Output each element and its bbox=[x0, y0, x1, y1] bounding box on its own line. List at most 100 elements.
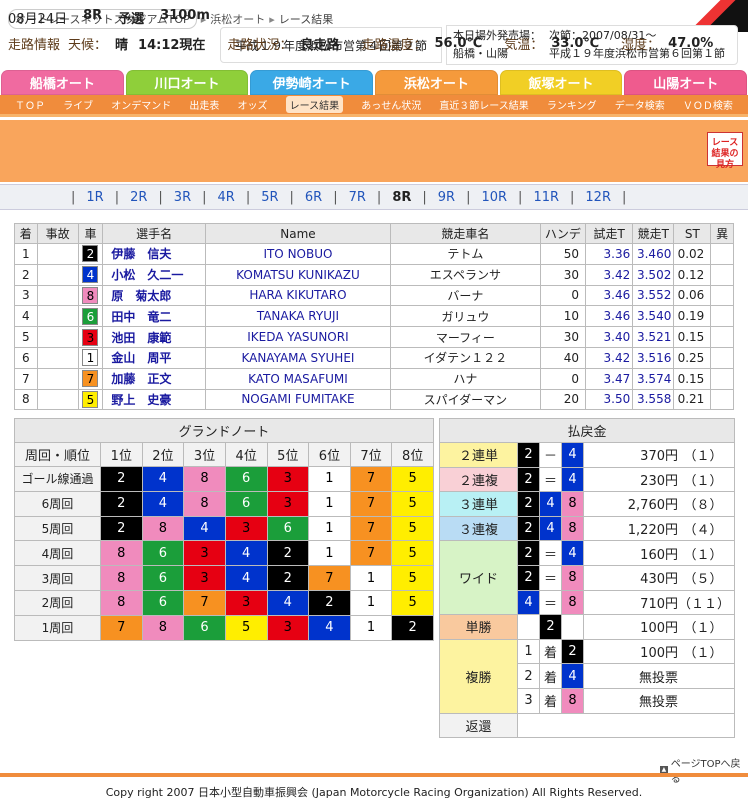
entry-accident bbox=[36, 305, 79, 328]
race-nav-separator: | bbox=[71, 189, 76, 205]
entry-rider-name[interactable]: 小松 久二一 bbox=[102, 263, 207, 286]
entry-handicap: 50 bbox=[539, 243, 587, 265]
entry-rider-name-en[interactable]: NOGAMI FUMITAKE bbox=[205, 388, 391, 411]
grand-note-car: 8 bbox=[141, 515, 185, 542]
entry-rider-name[interactable]: 池田 康範 bbox=[102, 326, 207, 348]
grand-note-car: 1 bbox=[308, 490, 351, 517]
entry-rider-name[interactable]: 田中 竜二 bbox=[102, 305, 207, 328]
footer-copyright: Copy right 2007 日本小型自動車振興会 (Japan Motorc… bbox=[0, 773, 748, 801]
grand-note-car: 3 bbox=[183, 540, 226, 567]
race-link-4[interactable]: 4R bbox=[218, 190, 235, 205]
entry-car-cell: 7 bbox=[77, 367, 104, 390]
nav-item-2[interactable]: オンデマンド bbox=[111, 97, 171, 112]
payout-car: 4 bbox=[539, 515, 562, 542]
race-link-7[interactable]: 7R bbox=[349, 190, 366, 205]
race-link-3[interactable]: 3R bbox=[174, 190, 191, 205]
entries-col-header: 競走T bbox=[632, 223, 675, 244]
payout-empty bbox=[561, 614, 584, 640]
nav-item-10[interactable]: ＶＯＤ検索 bbox=[683, 97, 733, 112]
grand-note-car: 5 bbox=[391, 490, 434, 517]
race-link-1[interactable]: 1R bbox=[86, 190, 103, 205]
grand-note-car: 7 bbox=[349, 490, 393, 517]
nav-item-4[interactable]: オッズ bbox=[237, 97, 267, 112]
payout-amount-cell: 1,220円 （４） bbox=[583, 515, 735, 542]
entry-trial-time: 3.46 bbox=[585, 305, 634, 328]
race-link-9[interactable]: 9R bbox=[438, 190, 455, 205]
nav-item-8[interactable]: ランキング bbox=[547, 97, 597, 112]
track-tabs: 船橋オート 川口オート 伊勢崎オート 浜松オート 飯塚オート 山陽オート bbox=[0, 70, 748, 95]
nav-item-3[interactable]: 出走表 bbox=[189, 97, 219, 112]
entry-rider-name[interactable]: 金山 周平 bbox=[102, 346, 207, 369]
grand-note-car: 7 bbox=[100, 614, 143, 641]
result-guide-button[interactable]: レース結果の見方 bbox=[707, 132, 743, 170]
payout-empty bbox=[517, 614, 540, 640]
main-nav: ＴＯＰ ライブ オンデマンド 出走表 オッズ レース結果 あっせん状況 直近３節レース結果 ラン… bbox=[0, 95, 748, 117]
entries-col-header: 事故 bbox=[36, 223, 79, 244]
payout-amount-cell: 160円 （１） bbox=[583, 540, 735, 566]
payout-amount: 100円 bbox=[640, 621, 678, 637]
nav-item-6[interactable]: あっせん状況 bbox=[361, 97, 421, 112]
entry-bike-name: スパイダーマン bbox=[389, 388, 541, 411]
payout-row-rentan3: ３連単 2 4 8 2,760円 （８） bbox=[439, 491, 735, 517]
entry-rider-name-en[interactable]: KATO MASAFUMI bbox=[205, 367, 391, 390]
track-tab-5[interactable]: 山陽オート bbox=[624, 70, 748, 95]
entry-rider-name-en[interactable]: KANAYAMA SYUHEI bbox=[205, 346, 391, 369]
payout-popularity: （５） bbox=[683, 572, 723, 588]
entry-rank: 1 bbox=[14, 243, 38, 265]
entry-row: 6 1 金山 周平 KANAYAMA SYUHEI イダテン１２２ 40 3.42 3.516… bbox=[14, 346, 734, 369]
grand-note-car: 6 bbox=[224, 466, 268, 492]
track-tab-1[interactable]: 川口オート bbox=[125, 70, 249, 95]
entry-rider-name[interactable]: 原 菊太郎 bbox=[102, 284, 207, 307]
entry-rider-name-en[interactable]: TANAKA RYUJI bbox=[205, 305, 391, 328]
breadcrumb-hamamatsu-link[interactable]: 浜松オート bbox=[210, 11, 265, 27]
track-tab-2[interactable]: 伊勢崎オート bbox=[250, 70, 374, 95]
entry-start-timing: 0.02 bbox=[673, 243, 712, 265]
entry-rider-name[interactable]: 加藤 正文 bbox=[102, 367, 207, 390]
grand-note-car: 8 bbox=[100, 565, 143, 591]
nav-item-0[interactable]: ＴＯＰ bbox=[15, 97, 45, 112]
payout-amount: 160円 bbox=[640, 547, 678, 563]
grand-note-row: ゴール線通過 2 4 8 6 3 1 7 5 bbox=[14, 466, 434, 492]
race-nav-separator: | bbox=[422, 189, 427, 205]
entries-col-header: Name bbox=[205, 223, 391, 244]
entry-rider-name-en[interactable]: HARA KIKUTARO bbox=[205, 284, 391, 307]
payout-amount: 2,760円 bbox=[627, 498, 678, 514]
nav-item-1[interactable]: ライブ bbox=[63, 97, 93, 112]
race-nav-separator: | bbox=[466, 189, 471, 205]
grand-note-car: 4 bbox=[266, 589, 310, 616]
race-link-12[interactable]: 12R bbox=[585, 190, 611, 205]
grand-note-car: 4 bbox=[183, 515, 226, 542]
payout-popularity: （１） bbox=[683, 449, 723, 465]
nav-item-9[interactable]: データ検索 bbox=[615, 97, 665, 112]
race-link-5[interactable]: 5R bbox=[261, 190, 278, 205]
entry-race-time: 3.558 bbox=[632, 388, 675, 411]
grand-note-car: 5 bbox=[391, 515, 434, 542]
entry-rider-name[interactable]: 伊藤 信夫 bbox=[102, 243, 207, 265]
race-link-2[interactable]: 2R bbox=[130, 190, 147, 205]
track-tab-3[interactable]: 浜松オート bbox=[375, 70, 498, 95]
entry-start-timing: 0.06 bbox=[673, 284, 712, 307]
race-nav-separator: | bbox=[245, 189, 251, 205]
entry-bike-name: マーフィー bbox=[389, 326, 541, 348]
race-link-8[interactable]: 8R bbox=[392, 190, 411, 205]
race-nav-separator: | bbox=[376, 189, 382, 205]
payout-amount-cell: 2,760円 （８） bbox=[583, 491, 735, 517]
entry-rider-name-en[interactable]: ITO NOBUO bbox=[205, 243, 391, 265]
track-tab-4[interactable]: 飯塚オート bbox=[499, 70, 623, 95]
race-link-11[interactable]: 11R bbox=[533, 190, 559, 205]
entry-abnormal bbox=[710, 263, 734, 286]
grand-note-car: 3 bbox=[266, 466, 310, 492]
payout-car: 2 bbox=[561, 638, 584, 665]
track-tab-0[interactable]: 船橋オート bbox=[1, 70, 124, 95]
entries-col-header: ハンデ bbox=[539, 223, 587, 244]
nav-item-5[interactable]: レース結果 bbox=[285, 96, 344, 113]
payout-amount: 1,220円 bbox=[627, 523, 678, 539]
payout-car: 8 bbox=[561, 589, 584, 616]
entry-row: 2 4 小松 久二一 KOMATSU KUNIKAZU エスペランサ 30 3.42 3.50… bbox=[14, 263, 734, 286]
entry-rider-name-en[interactable]: IKEDA YASUNORI bbox=[205, 326, 391, 348]
race-link-10[interactable]: 10R bbox=[481, 190, 507, 205]
entry-rider-name-en[interactable]: KOMATSU KUNIKAZU bbox=[205, 263, 391, 286]
nav-item-7[interactable]: 直近３節レース結果 bbox=[439, 97, 529, 112]
race-link-6[interactable]: 6R bbox=[305, 190, 322, 205]
entry-rider-name[interactable]: 野上 史豪 bbox=[102, 388, 207, 411]
